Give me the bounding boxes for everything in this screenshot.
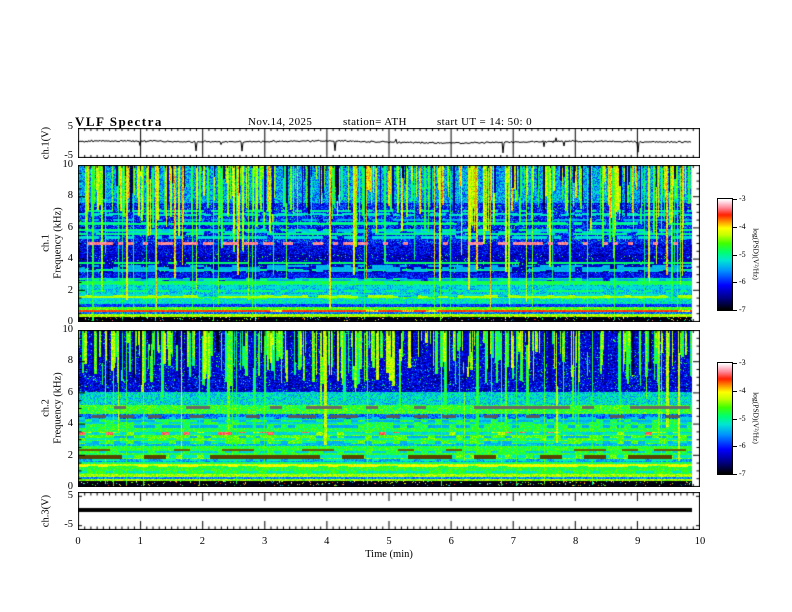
colorbar-tick-mark xyxy=(732,446,737,448)
vlf-spectra-figure: VLF Spectra Nov.14, 2025 station= ATH st… xyxy=(0,0,792,612)
colorbar-tick-label: -5 xyxy=(739,413,746,423)
colorbar-tick-label: -4 xyxy=(739,221,746,231)
station-label: station= ATH xyxy=(343,116,407,128)
colorbar-tick-label: -5 xyxy=(739,249,746,259)
x-tick-label: 9 xyxy=(635,536,641,547)
y-tick-label: 6 xyxy=(67,386,73,398)
colorbar-tick-mark xyxy=(732,390,737,392)
x-tick-label: 5 xyxy=(386,536,392,547)
y-tick-label: 2 xyxy=(67,449,73,461)
colorbar-tick-mark xyxy=(732,363,737,364)
date-label: Nov.14, 2025 xyxy=(248,116,313,128)
x-tick-label: 2 xyxy=(199,536,206,547)
colorbar-tick-label: -6 xyxy=(739,441,746,451)
y-tick-label: 2 xyxy=(67,284,73,296)
start-ut-label: start UT = 14: 50: 0 xyxy=(437,116,532,128)
ch1-axis-line1: ch.1 xyxy=(40,234,52,252)
y-tick-label: 5 xyxy=(67,490,73,501)
ch1-spectrogram-axis-label: ch.1 Frequency (kHz) xyxy=(41,207,64,278)
x-tick-label: 4 xyxy=(324,536,330,547)
colorbar-tick-label: -6 xyxy=(739,277,746,287)
ch1-colorbar-label: log(PSD)(V²/Hz) xyxy=(751,228,761,280)
colorbar-tick-mark xyxy=(732,418,737,420)
colorbar-tick-mark xyxy=(732,282,737,284)
y-tick-label: -5 xyxy=(64,519,73,530)
colorbar-tick-label: -3 xyxy=(739,358,746,367)
x-tick-label: 0 xyxy=(75,536,81,547)
x-tick-label: 10 xyxy=(694,536,706,547)
y-tick-label: 4 xyxy=(67,253,73,265)
colorbar-tick-mark xyxy=(732,226,737,228)
ch2-axis-line1: ch.2 xyxy=(40,399,52,417)
colorbar-tick-mark xyxy=(732,474,737,475)
ch3-waveform-panel xyxy=(78,492,700,530)
y-tick-label: 5 xyxy=(67,121,73,132)
colorbar-tick-mark xyxy=(732,254,737,256)
y-tick-label: 6 xyxy=(67,221,73,233)
y-tick-label: 8 xyxy=(67,190,73,202)
ch1-spectrogram-panel xyxy=(78,165,700,322)
y-tick-label: 4 xyxy=(67,418,73,430)
ch2-colorbar xyxy=(717,362,733,475)
ch2-colorbar-label: log(PSD)(V²/Hz) xyxy=(751,392,761,444)
ch1-colorbar xyxy=(717,198,733,311)
ch1-waveform-panel xyxy=(78,128,700,158)
ch1-axis-line2: Frequency (kHz) xyxy=(52,207,63,279)
time-axis-title: Time (min) xyxy=(365,549,413,560)
colorbar-tick-label: -7 xyxy=(739,469,746,478)
x-tick-label: 8 xyxy=(572,536,579,547)
x-tick-label: 6 xyxy=(448,536,454,547)
colorbar-tick-label: -7 xyxy=(739,305,746,314)
x-tick-label: 1 xyxy=(137,536,143,547)
ch2-spectrogram-axis-label: ch.2 Frequency (kHz) xyxy=(41,372,64,443)
x-tick-label: 3 xyxy=(261,536,268,547)
y-tick-label: 8 xyxy=(67,355,73,367)
colorbar-tick-mark xyxy=(732,199,737,200)
ch2-spectrogram-panel xyxy=(78,330,700,487)
x-tick-label: 7 xyxy=(510,536,517,547)
ch2-axis-line2: Frequency (kHz) xyxy=(52,372,63,444)
y-tick-label: 10 xyxy=(62,159,74,170)
colorbar-tick-mark xyxy=(732,310,737,311)
colorbar-tick-label: -3 xyxy=(739,194,746,203)
y-tick-label: 10 xyxy=(62,324,74,335)
colorbar-tick-label: -4 xyxy=(739,385,746,395)
